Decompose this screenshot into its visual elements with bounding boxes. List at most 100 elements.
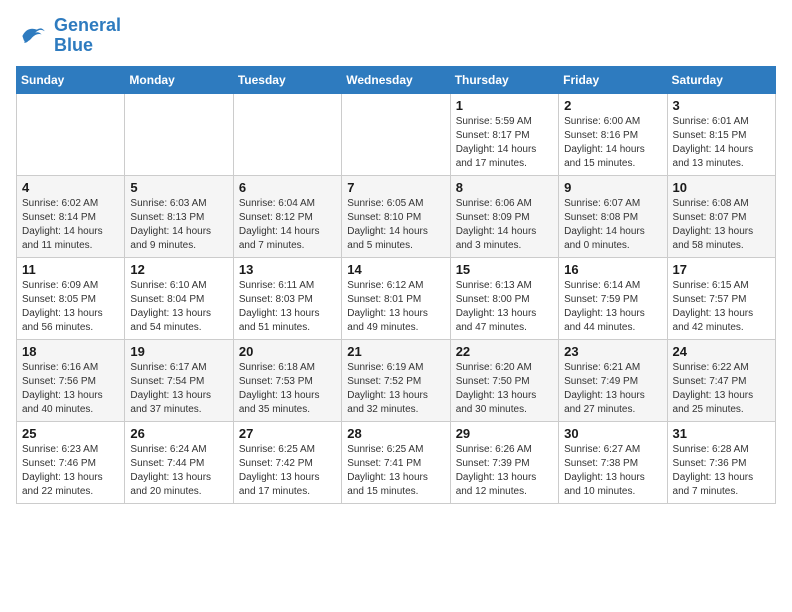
table-row: 21 Sunrise: 6:19 AMSunset: 7:52 PMDayligh… [342, 339, 450, 421]
day-info: Sunrise: 6:20 AMSunset: 7:50 PMDaylight:… [456, 361, 553, 417]
calendar-header: SundayMondayTuesdayWednesdayThursdayFrid… [17, 66, 776, 93]
day-info: Sunrise: 6:09 AMSunset: 8:05 PMDaylight:… [22, 279, 119, 335]
day-info: Sunrise: 6:22 AMSunset: 7:47 PMDaylight:… [673, 361, 770, 417]
day-number: 6 [239, 180, 336, 195]
table-row: 12 Sunrise: 6:10 AMSunset: 8:04 PMDayligh… [125, 257, 233, 339]
day-number: 29 [456, 426, 553, 441]
weekday-header-monday: Monday [125, 66, 233, 93]
calendar-body: 1Sunrise: 5:59 AMSunset: 8:17 PMDaylight… [17, 93, 776, 503]
table-row: 11 Sunrise: 6:09 AMSunset: 8:05 PMDayligh… [17, 257, 125, 339]
day-number: 9 [564, 180, 661, 195]
day-number: 17 [673, 262, 770, 277]
table-row: 30 Sunrise: 6:27 AMSunset: 7:38 PMDayligh… [559, 421, 667, 503]
day-number: 12 [130, 262, 227, 277]
day-number: 21 [347, 344, 444, 359]
table-row: 1Sunrise: 5:59 AMSunset: 8:17 PMDaylight… [450, 93, 558, 175]
day-info: Sunrise: 6:18 AMSunset: 7:53 PMDaylight:… [239, 361, 336, 417]
table-row: 2 Sunrise: 6:00 AMSunset: 8:16 PMDaylight… [559, 93, 667, 175]
table-row: 18 Sunrise: 6:16 AMSunset: 7:56 PMDayligh… [17, 339, 125, 421]
day-number: 10 [673, 180, 770, 195]
day-info: Sunrise: 6:23 AMSunset: 7:46 PMDaylight:… [22, 443, 119, 499]
day-info: Sunrise: 6:13 AMSunset: 8:00 PMDaylight:… [456, 279, 553, 335]
day-number: 30 [564, 426, 661, 441]
day-info: Sunrise: 6:21 AMSunset: 7:49 PMDaylight:… [564, 361, 661, 417]
day-number: 24 [673, 344, 770, 359]
table-row: 24 Sunrise: 6:22 AMSunset: 7:47 PMDayligh… [667, 339, 775, 421]
table-row [125, 93, 233, 175]
day-info: Sunrise: 6:26 AMSunset: 7:39 PMDaylight:… [456, 443, 553, 499]
table-row: 8 Sunrise: 6:06 AMSunset: 8:09 PMDaylight… [450, 175, 558, 257]
table-row: 29 Sunrise: 6:26 AMSunset: 7:39 PMDayligh… [450, 421, 558, 503]
table-row: 10Sunrise: 6:08 AMSunset: 8:07 PMDayligh… [667, 175, 775, 257]
day-info: Sunrise: 6:14 AMSunset: 7:59 PMDaylight:… [564, 279, 661, 335]
weekday-header-friday: Friday [559, 66, 667, 93]
table-row: 20 Sunrise: 6:18 AMSunset: 7:53 PMDayligh… [233, 339, 341, 421]
week-row-2: 4 Sunrise: 6:02 AMSunset: 8:14 PMDaylight… [17, 175, 776, 257]
table-row [342, 93, 450, 175]
table-row: 4 Sunrise: 6:02 AMSunset: 8:14 PMDaylight… [17, 175, 125, 257]
day-number: 20 [239, 344, 336, 359]
day-info: Sunrise: 6:25 AMSunset: 7:42 PMDaylight:… [239, 443, 336, 499]
day-number: 28 [347, 426, 444, 441]
day-info: Sunrise: 6:24 AMSunset: 7:44 PMDaylight:… [130, 443, 227, 499]
weekday-header-wednesday: Wednesday [342, 66, 450, 93]
day-info: Sunrise: 6:15 AMSunset: 7:57 PMDaylight:… [673, 279, 770, 335]
day-number: 11 [22, 262, 119, 277]
day-info: Sunrise: 6:19 AMSunset: 7:52 PMDaylight:… [347, 361, 444, 417]
day-info: Sunrise: 6:16 AMSunset: 7:56 PMDaylight:… [22, 361, 119, 417]
day-info: Sunrise: 6:03 AMSunset: 8:13 PMDaylight:… [130, 197, 227, 253]
day-number: 31 [673, 426, 770, 441]
table-row: 16Sunrise: 6:14 AMSunset: 7:59 PMDayligh… [559, 257, 667, 339]
day-info: Sunrise: 6:00 AMSunset: 8:16 PMDaylight:… [564, 115, 661, 171]
table-row: 17 Sunrise: 6:15 AMSunset: 7:57 PMDayligh… [667, 257, 775, 339]
weekday-header-row: SundayMondayTuesdayWednesdayThursdayFrid… [17, 66, 776, 93]
day-info: Sunrise: 6:07 AMSunset: 8:08 PMDaylight:… [564, 197, 661, 253]
day-info: Sunrise: 6:11 AMSunset: 8:03 PMDaylight:… [239, 279, 336, 335]
week-row-1: 1Sunrise: 5:59 AMSunset: 8:17 PMDaylight… [17, 93, 776, 175]
table-row: 31Sunrise: 6:28 AMSunset: 7:36 PMDayligh… [667, 421, 775, 503]
day-number: 1 [456, 98, 553, 113]
table-row: 27 Sunrise: 6:25 AMSunset: 7:42 PMDayligh… [233, 421, 341, 503]
day-number: 25 [22, 426, 119, 441]
day-info: Sunrise: 6:06 AMSunset: 8:09 PMDaylight:… [456, 197, 553, 253]
day-number: 7 [347, 180, 444, 195]
page-header: GeneralBlue [16, 16, 776, 56]
table-row: 3Sunrise: 6:01 AMSunset: 8:15 PMDaylight… [667, 93, 775, 175]
day-info: Sunrise: 6:05 AMSunset: 8:10 PMDaylight:… [347, 197, 444, 253]
day-number: 2 [564, 98, 661, 113]
weekday-header-saturday: Saturday [667, 66, 775, 93]
logo-icon [16, 20, 48, 52]
day-number: 27 [239, 426, 336, 441]
weekday-header-thursday: Thursday [450, 66, 558, 93]
table-row [17, 93, 125, 175]
day-info: Sunrise: 6:17 AMSunset: 7:54 PMDaylight:… [130, 361, 227, 417]
weekday-header-sunday: Sunday [17, 66, 125, 93]
table-row: 26 Sunrise: 6:24 AMSunset: 7:44 PMDayligh… [125, 421, 233, 503]
week-row-4: 18 Sunrise: 6:16 AMSunset: 7:56 PMDayligh… [17, 339, 776, 421]
day-number: 13 [239, 262, 336, 277]
day-number: 8 [456, 180, 553, 195]
weekday-header-tuesday: Tuesday [233, 66, 341, 93]
day-number: 15 [456, 262, 553, 277]
table-row: 13 Sunrise: 6:11 AMSunset: 8:03 PMDayligh… [233, 257, 341, 339]
day-number: 4 [22, 180, 119, 195]
day-number: 19 [130, 344, 227, 359]
table-row [233, 93, 341, 175]
week-row-3: 11 Sunrise: 6:09 AMSunset: 8:05 PMDayligh… [17, 257, 776, 339]
day-number: 14 [347, 262, 444, 277]
day-info: Sunrise: 6:10 AMSunset: 8:04 PMDaylight:… [130, 279, 227, 335]
day-info: Sunrise: 6:27 AMSunset: 7:38 PMDaylight:… [564, 443, 661, 499]
day-info: Sunrise: 6:04 AMSunset: 8:12 PMDaylight:… [239, 197, 336, 253]
logo: GeneralBlue [16, 16, 121, 56]
day-info: Sunrise: 6:02 AMSunset: 8:14 PMDaylight:… [22, 197, 119, 253]
table-row: 5 Sunrise: 6:03 AMSunset: 8:13 PMDaylight… [125, 175, 233, 257]
day-number: 3 [673, 98, 770, 113]
day-number: 23 [564, 344, 661, 359]
day-number: 5 [130, 180, 227, 195]
table-row: 15 Sunrise: 6:13 AMSunset: 8:00 PMDayligh… [450, 257, 558, 339]
day-info: Sunrise: 6:12 AMSunset: 8:01 PMDaylight:… [347, 279, 444, 335]
table-row: 14 Sunrise: 6:12 AMSunset: 8:01 PMDayligh… [342, 257, 450, 339]
day-number: 18 [22, 344, 119, 359]
day-number: 26 [130, 426, 227, 441]
table-row: 19 Sunrise: 6:17 AMSunset: 7:54 PMDayligh… [125, 339, 233, 421]
